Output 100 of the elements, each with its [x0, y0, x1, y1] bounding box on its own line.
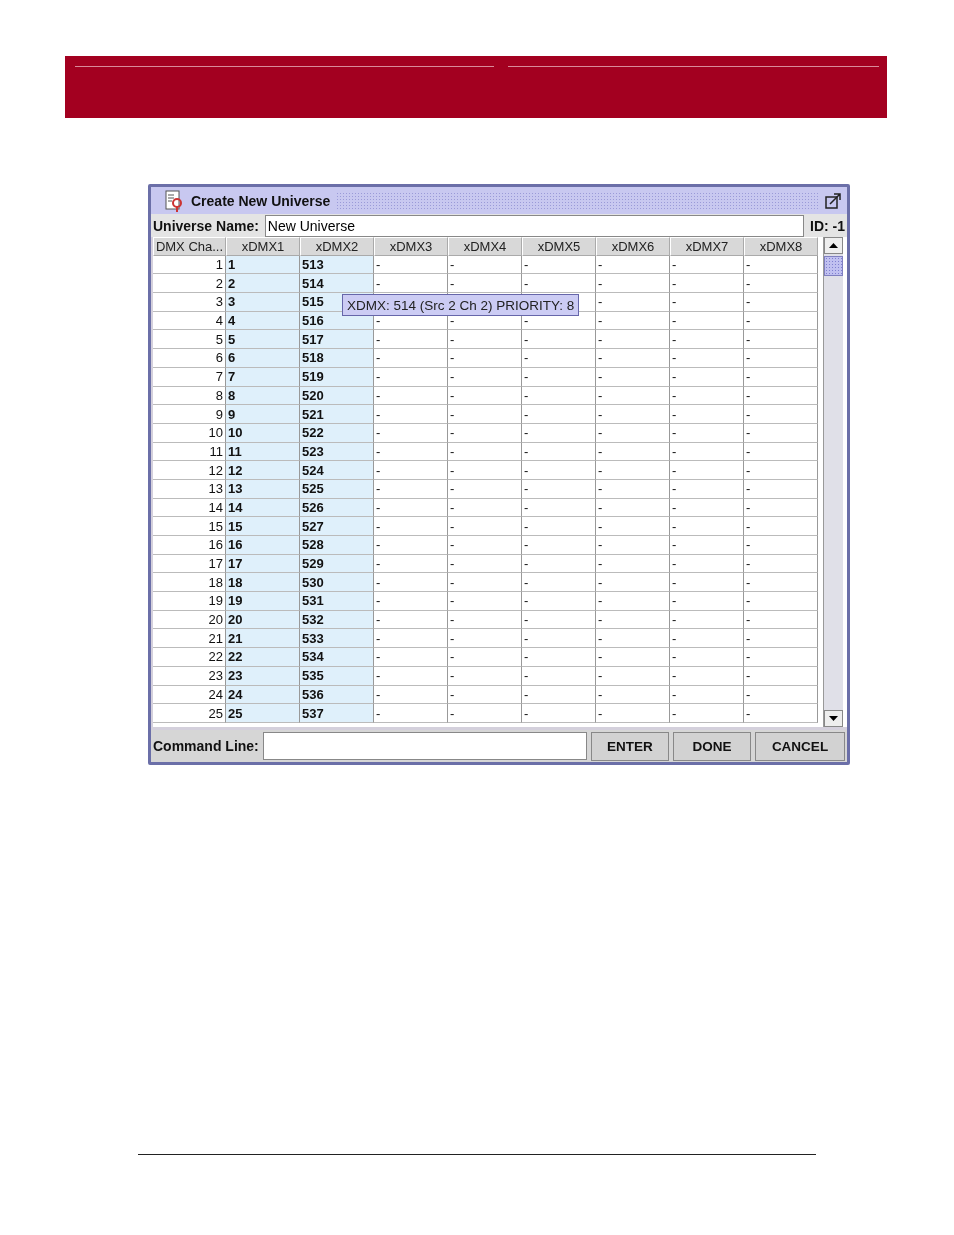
table-cell: 15	[153, 517, 226, 536]
table-cell: -	[670, 405, 744, 424]
table-cell: -	[596, 274, 670, 294]
table-cell: -	[670, 349, 744, 368]
table-cell: -	[744, 704, 818, 723]
table-cell: 2	[153, 274, 226, 294]
table-cell: 6	[226, 349, 300, 368]
maximize-icon[interactable]	[825, 192, 841, 209]
scrollbar[interactable]	[823, 237, 843, 727]
command-line-field[interactable]	[262, 732, 587, 760]
id-label: ID: -1	[810, 217, 845, 234]
table-cell: -	[596, 349, 670, 368]
table-cell: -	[596, 405, 670, 424]
table-cell: 5	[226, 330, 300, 350]
dialog-button[interactable]: ENTER	[591, 731, 669, 761]
table-cell: 537	[300, 704, 374, 723]
table-cell: -	[448, 592, 522, 611]
table-cell: -	[448, 405, 522, 424]
table-cell: 518	[300, 349, 374, 368]
column-header[interactable]: xDMX3	[374, 237, 448, 256]
table-cell: 2	[226, 274, 300, 294]
table-cell: 527	[300, 517, 374, 536]
table-cell: 12	[226, 461, 300, 480]
table-cell: -	[448, 573, 522, 593]
table-cell: -	[670, 330, 744, 350]
table-cell: -	[670, 648, 744, 667]
table-cell: 22	[226, 648, 300, 667]
table-cell: 6	[153, 349, 226, 368]
document-icon	[163, 189, 185, 212]
table-cell: 25	[153, 704, 226, 723]
column-header[interactable]: xDMX6	[596, 237, 670, 256]
table-cell: 12	[153, 461, 226, 480]
table-cell: -	[596, 648, 670, 667]
table-cell: 25	[226, 704, 300, 723]
column-header[interactable]: xDMX2	[300, 237, 374, 256]
down-arrow-icon[interactable]	[829, 716, 838, 721]
table-cell: -	[744, 592, 818, 611]
table-cell: 21	[226, 629, 300, 649]
dialog-button[interactable]: DONE	[673, 731, 751, 761]
table-cell: -	[522, 592, 596, 611]
table-cell: 19	[153, 592, 226, 611]
column-header[interactable]: xDMX8	[744, 237, 818, 256]
table-cell: 531	[300, 592, 374, 611]
table-cell: 514	[300, 274, 374, 294]
table-cell: 16	[153, 536, 226, 555]
table-cell: -	[448, 461, 522, 480]
table-cell: -	[374, 274, 448, 294]
column-header[interactable]: DMX Cha...	[153, 237, 226, 256]
table-cell: -	[374, 349, 448, 368]
column-header[interactable]: xDMX4	[448, 237, 522, 256]
table-cell: -	[374, 461, 448, 480]
window-title: Create New Universe	[191, 192, 331, 209]
table-cell: -	[670, 629, 744, 649]
table-cell: 15	[226, 517, 300, 536]
table-cell: -	[744, 405, 818, 424]
table-cell: -	[670, 573, 744, 593]
table-cell: 533	[300, 629, 374, 649]
table-cell: 18	[153, 573, 226, 593]
table-cell: -	[596, 517, 670, 536]
up-arrow-icon[interactable]	[829, 243, 838, 248]
universe-name-field[interactable]: New Universe	[264, 214, 804, 237]
scroll-thumb[interactable]	[824, 256, 843, 276]
table-cell: -	[522, 517, 596, 536]
table-cell: -	[522, 405, 596, 424]
dialog-button[interactable]: CANCEL	[755, 731, 845, 761]
tooltip: XDMX: 514 (Src 2 Ch 2) PRIORITY: 8	[342, 294, 580, 316]
column-header[interactable]: xDMX7	[670, 237, 744, 256]
table-cell: -	[448, 517, 522, 536]
table-cell: -	[374, 629, 448, 649]
table-cell: -	[670, 704, 744, 723]
table-cell: 517	[300, 330, 374, 350]
table-cell: -	[374, 517, 448, 536]
table-cell: -	[670, 461, 744, 480]
table-cell: -	[670, 274, 744, 294]
table-cell: -	[448, 536, 522, 555]
table-cell: 524	[300, 461, 374, 480]
table-cell: -	[522, 274, 596, 294]
table-cell: -	[522, 629, 596, 649]
table-cell: -	[522, 704, 596, 723]
table-cell: -	[374, 330, 448, 350]
table-cell: -	[522, 573, 596, 593]
column-header[interactable]: xDMX5	[522, 237, 596, 256]
table-cell: 521	[300, 405, 374, 424]
table-cell: 528	[300, 536, 374, 555]
table-cell: -	[744, 330, 818, 350]
table-cell: -	[596, 592, 670, 611]
table-cell: -	[448, 704, 522, 723]
column-header[interactable]: xDMX1	[226, 237, 300, 256]
table-cell: -	[374, 573, 448, 593]
table-cell: -	[522, 330, 596, 350]
table-cell: -	[744, 274, 818, 294]
table-cell: -	[744, 648, 818, 667]
table-cell: -	[670, 536, 744, 555]
table-cell: -	[448, 629, 522, 649]
table-cell: -	[374, 648, 448, 667]
table-cell: 9	[226, 405, 300, 424]
table-cell: -	[596, 330, 670, 350]
table-cell: -	[596, 536, 670, 555]
table-cell: 5	[153, 330, 226, 350]
table-cell: -	[744, 349, 818, 368]
